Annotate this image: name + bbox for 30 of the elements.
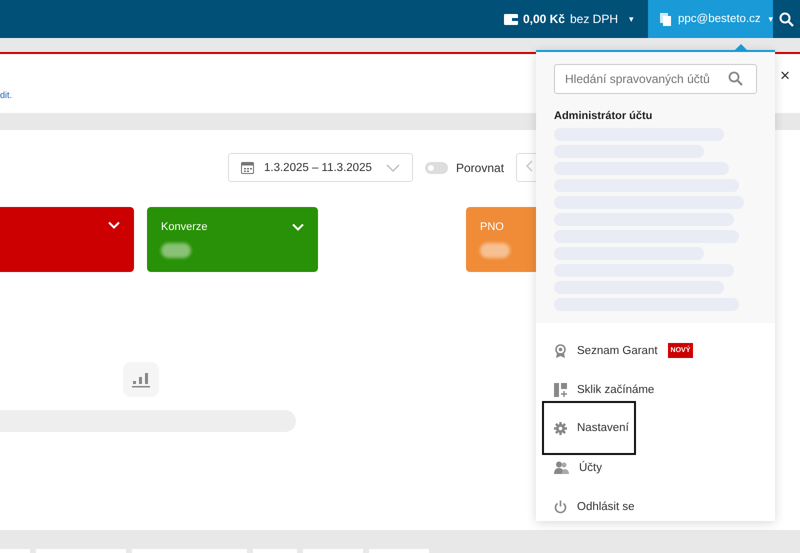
- chevron-down-icon: [386, 164, 400, 172]
- chevron-down-icon: [108, 221, 120, 229]
- settings-icon: [554, 422, 567, 434]
- date-range-picker[interactable]: 1.3.2025 – 11.3.2025: [228, 153, 413, 182]
- search-icon: [728, 71, 743, 86]
- balance-menu[interactable]: 0,00 Kč bez DPH ▾: [494, 0, 648, 38]
- award-icon: [554, 344, 567, 358]
- card-title: PNO: [480, 221, 504, 233]
- card-title: Konverze: [161, 221, 208, 233]
- compare-toggle[interactable]: [425, 162, 448, 174]
- wallet-icon: [504, 14, 518, 24]
- blurred-value: [480, 243, 510, 258]
- compare-label: Porovnat: [456, 160, 504, 174]
- search-icon: [779, 12, 794, 26]
- metric-card[interactable]: [0, 207, 134, 272]
- layout-plus-icon: [554, 382, 567, 396]
- calendar-icon: [241, 161, 254, 174]
- users-icon: [554, 461, 569, 474]
- power-icon: [554, 500, 567, 514]
- chevron-down-icon: [292, 223, 304, 231]
- chevron-left-icon: [525, 160, 534, 172]
- bar-chart-icon: [123, 362, 159, 397]
- menu-item[interactable]: Odhlásit se: [536, 487, 775, 526]
- blurred-value: [161, 243, 191, 258]
- account-search-field[interactable]: Hledání spravovaných účtů: [554, 64, 757, 94]
- close-button[interactable]: ×: [780, 66, 790, 86]
- copy-icon: [660, 12, 672, 26]
- section-title: Administrátor účtu: [554, 110, 654, 122]
- metric-card[interactable]: Konverze: [147, 207, 318, 272]
- notice-link[interactable]: dit.: [0, 90, 12, 100]
